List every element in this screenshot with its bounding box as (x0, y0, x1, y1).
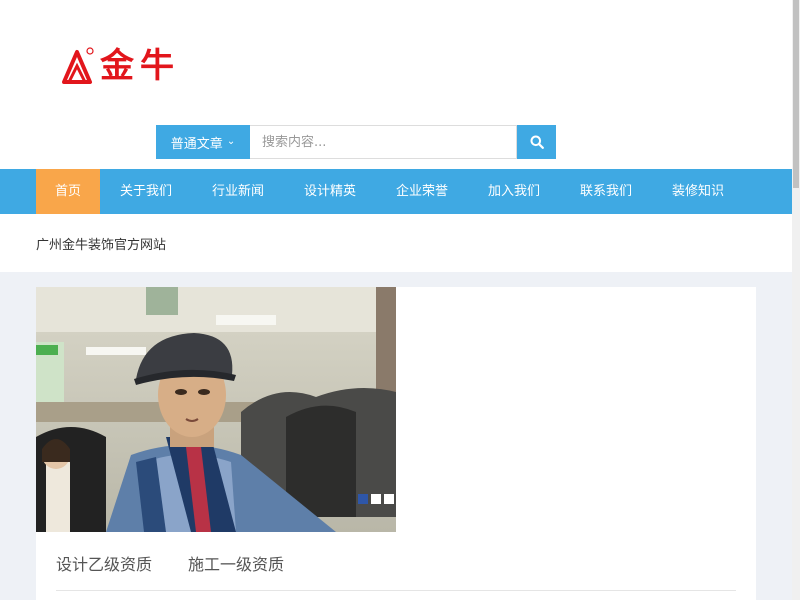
search-input[interactable] (250, 125, 517, 159)
search-button[interactable] (517, 125, 556, 159)
nav-item-about[interactable]: 关于我们 (100, 169, 192, 214)
scrollbar-thumb[interactable] (793, 0, 799, 188)
slider-dot[interactable] (358, 494, 368, 504)
site-name: 广州金牛装饰官方网站 (36, 238, 167, 253)
search-type-label: 普通文章 (170, 136, 223, 152)
nav-item-contact[interactable]: 联系我们 (560, 169, 652, 214)
search-icon (530, 135, 544, 149)
nav-item-home[interactable]: 首页 (36, 169, 100, 214)
search-type-dropdown[interactable]: 普通文章 ⌄ (156, 125, 250, 159)
breadcrumb-bar: 广州金牛装饰官方网站 (0, 214, 792, 272)
slider-dots (358, 494, 394, 504)
qualifications: 设计乙级资质 施工一级资质 (56, 551, 284, 575)
nav-item-designers[interactable]: 设计精英 (284, 169, 376, 214)
slide-photo (36, 287, 396, 532)
site-header: 金牛 普通文章 ⌄ (0, 0, 792, 169)
content-card: 设计乙级资质 施工一级资质 (36, 287, 756, 600)
chevron-down-icon: ⌄ (226, 135, 236, 147)
nav-item-decoration-tips[interactable]: 装修知识 (652, 169, 744, 214)
slider-dot[interactable] (371, 494, 381, 504)
logo-mark-icon (62, 47, 94, 84)
divider (56, 590, 736, 591)
nav-item-industry-news[interactable]: 行业新闻 (192, 169, 284, 214)
nav-item-honors[interactable]: 企业荣誉 (376, 169, 468, 214)
qualification-item: 设计乙级资质 (56, 555, 153, 574)
slider-dot[interactable] (384, 494, 394, 504)
image-slider[interactable] (36, 287, 396, 532)
logo[interactable]: 金牛 (60, 45, 180, 87)
search-bar: 普通文章 ⌄ (156, 125, 556, 159)
logo-text: 金牛 (100, 46, 180, 86)
nav-item-join-us[interactable]: 加入我们 (468, 169, 560, 214)
main-nav: 首页 关于我们 行业新闻 设计精英 企业荣誉 加入我们 联系我们 装修知识 (0, 169, 792, 214)
qualification-item: 施工一级资质 (188, 555, 285, 574)
